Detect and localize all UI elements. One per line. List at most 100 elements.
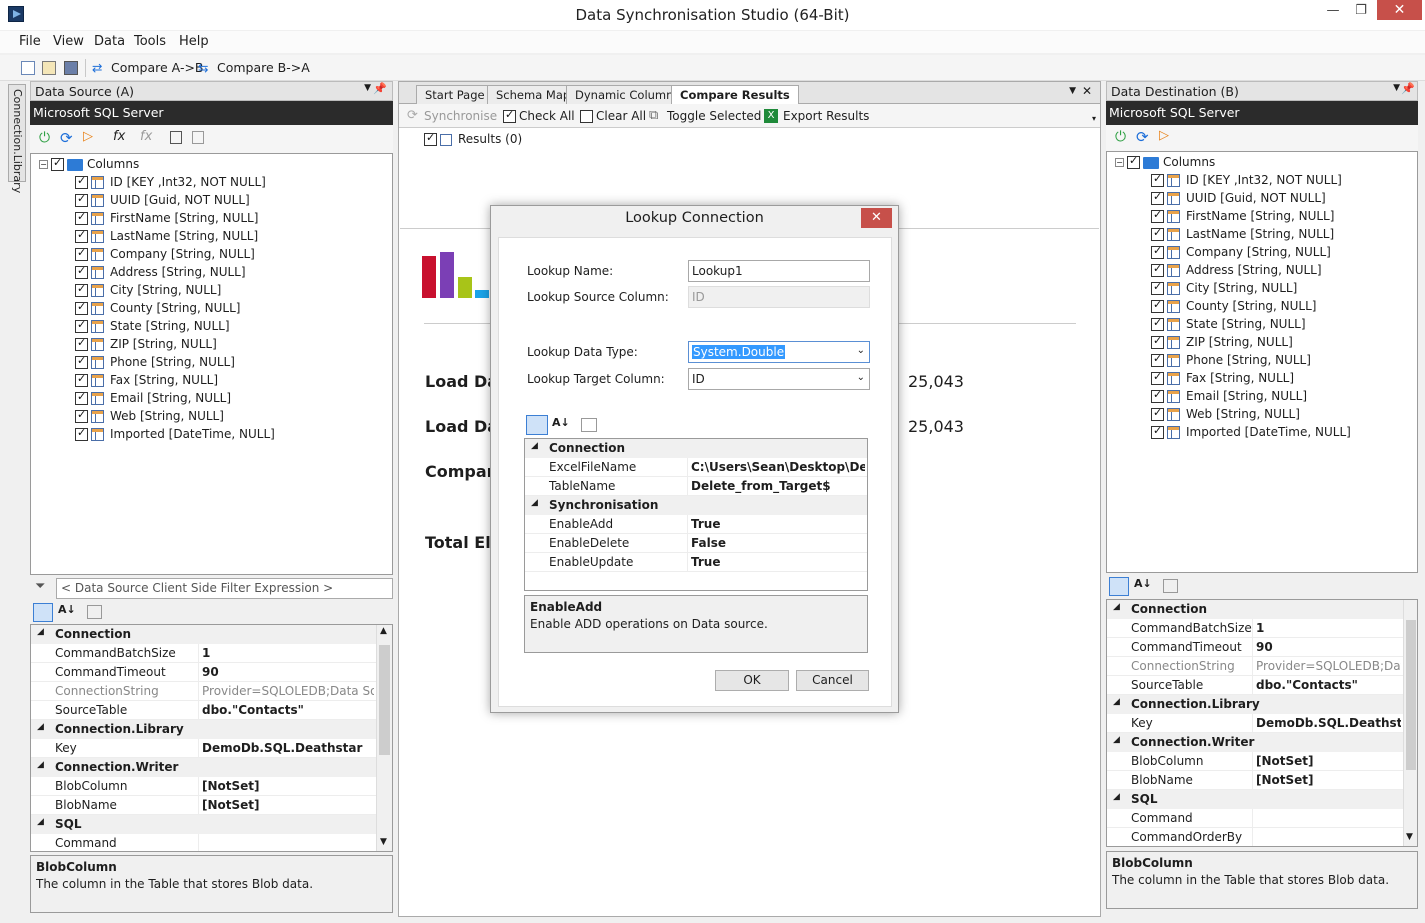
column-item[interactable]: Web [String, NULL] bbox=[75, 408, 224, 427]
column-checkbox[interactable] bbox=[1151, 226, 1164, 241]
maximize-button[interactable]: ❐ bbox=[1350, 0, 1372, 22]
property-category[interactable]: ◢ Connection bbox=[525, 439, 867, 458]
column-item[interactable]: Email [String, NULL] bbox=[75, 390, 231, 409]
column-item[interactable]: State [String, NULL] bbox=[75, 318, 230, 337]
property-value[interactable]: 1 bbox=[1256, 621, 1401, 635]
tab-close-icon[interactable]: ✕ bbox=[1082, 84, 1092, 98]
data-type-select[interactable]: System.Double ⌄ bbox=[688, 341, 870, 363]
tab-dropdown-icon[interactable]: ▼ bbox=[1069, 86, 1076, 96]
property-row[interactable]: CommandTimeout 90 bbox=[1107, 638, 1403, 657]
property-row[interactable]: ConnectionString Provider=SQLOLEDB;Data S bbox=[1107, 657, 1403, 676]
column-item[interactable]: LastName [String, NULL] bbox=[75, 228, 258, 247]
column-item[interactable]: State [String, NULL] bbox=[1151, 316, 1306, 335]
property-row[interactable]: Command bbox=[1107, 809, 1403, 828]
column-checkbox[interactable] bbox=[1151, 280, 1164, 295]
property-value[interactable]: [NotSet] bbox=[1256, 754, 1401, 768]
cancel-button[interactable]: Cancel bbox=[796, 670, 869, 691]
toggle-selected-button[interactable]: Toggle Selected bbox=[667, 109, 761, 123]
column-item[interactable]: Fax [String, NULL] bbox=[75, 372, 218, 391]
property-row[interactable]: CommandTimeout 90 bbox=[31, 663, 376, 682]
column-checkbox[interactable] bbox=[1151, 424, 1164, 439]
property-pages-icon[interactable] bbox=[87, 605, 102, 619]
property-row[interactable]: ExcelFileName C:\Users\Sean\Desktop\Delet… bbox=[525, 458, 867, 477]
column-checkbox[interactable] bbox=[1151, 172, 1164, 187]
source-filter-input[interactable]: < Data Source Client Side Filter Express… bbox=[56, 578, 393, 599]
pin-icon[interactable]: 📌 bbox=[373, 82, 387, 95]
column-item[interactable]: ID [KEY ,Int32, NOT NULL] bbox=[75, 174, 266, 193]
root-checkbox[interactable] bbox=[51, 156, 64, 171]
menu-help[interactable]: Help bbox=[179, 34, 209, 49]
play-icon[interactable]: ▷ bbox=[1159, 128, 1169, 143]
expand-icon[interactable]: ◢ bbox=[1113, 735, 1120, 745]
property-row[interactable]: BlobColumn [NotSet] bbox=[31, 777, 376, 796]
column-checkbox[interactable] bbox=[75, 354, 88, 369]
property-row[interactable]: ConnectionString Provider=SQLOLEDB;Data S… bbox=[31, 682, 376, 701]
column-item[interactable]: UUID [Guid, NOT NULL] bbox=[1151, 190, 1326, 209]
property-value[interactable]: True bbox=[691, 555, 865, 569]
menu-view[interactable]: View bbox=[53, 34, 84, 49]
dropdown-icon[interactable]: ▼ bbox=[1393, 83, 1400, 93]
property-row[interactable]: BlobColumn [NotSet] bbox=[1107, 752, 1403, 771]
property-category[interactable]: ◢ Synchronisation bbox=[525, 496, 867, 515]
property-category[interactable]: ◢ SQL bbox=[1107, 790, 1403, 809]
column-checkbox[interactable] bbox=[1151, 334, 1164, 349]
property-row[interactable]: CommandOrderBy bbox=[1107, 828, 1403, 846]
property-pages-icon[interactable] bbox=[581, 418, 597, 432]
power-icon[interactable]: ⏻ bbox=[39, 130, 50, 146]
column-item[interactable]: Imported [DateTime, NULL] bbox=[1151, 424, 1351, 443]
column-item[interactable]: FirstName [String, NULL] bbox=[75, 210, 258, 229]
target-column-select[interactable]: ID ⌄ bbox=[688, 368, 870, 390]
compare-ab-button[interactable]: Compare A->B bbox=[111, 60, 204, 75]
column-checkbox[interactable] bbox=[75, 210, 88, 225]
scrollbar[interactable]: ▲ ▼ bbox=[376, 625, 392, 851]
close-button[interactable]: ✕ bbox=[1377, 0, 1422, 20]
property-value[interactable]: DemoDb.SQL.Deathstar bbox=[202, 741, 374, 755]
root-checkbox[interactable] bbox=[1127, 154, 1140, 169]
property-value[interactable]: Delete_from_Target$ bbox=[691, 479, 865, 493]
column-checkbox[interactable] bbox=[1151, 388, 1164, 403]
property-category[interactable]: ◢ Connection.Library bbox=[1107, 695, 1403, 714]
property-row[interactable]: Key DemoDb.SQL.Deathstar bbox=[31, 739, 376, 758]
property-row[interactable]: EnableUpdate True bbox=[525, 553, 867, 572]
column-checkbox[interactable] bbox=[1151, 262, 1164, 277]
column-item[interactable]: City [String, NULL] bbox=[75, 282, 221, 301]
column-checkbox[interactable] bbox=[75, 174, 88, 189]
column-checkbox[interactable] bbox=[1151, 352, 1164, 367]
expand-icon[interactable]: ◢ bbox=[1113, 792, 1120, 802]
column-item[interactable]: ZIP [String, NULL] bbox=[75, 336, 217, 355]
property-category[interactable]: ◢ SQL bbox=[31, 815, 376, 834]
side-tab-connection-library[interactable]: Connection.Library bbox=[8, 84, 26, 193]
property-row[interactable]: TableName Delete_from_Target$ bbox=[525, 477, 867, 496]
fx-clear-icon[interactable]: fx bbox=[140, 129, 152, 144]
pin-icon[interactable]: 📌 bbox=[1401, 82, 1415, 95]
column-item[interactable]: Web [String, NULL] bbox=[1151, 406, 1300, 425]
menu-data[interactable]: Data bbox=[94, 34, 125, 49]
column-checkbox[interactable] bbox=[1151, 406, 1164, 421]
property-row[interactable]: EnableDelete False bbox=[525, 534, 867, 553]
tab-compare-results[interactable]: Compare Results bbox=[671, 85, 799, 104]
sort-az-icon[interactable]: A↓ bbox=[1134, 577, 1152, 590]
property-row[interactable]: BlobName [NotSet] bbox=[31, 796, 376, 815]
column-item[interactable]: FirstName [String, NULL] bbox=[1151, 208, 1334, 227]
open-icon[interactable] bbox=[42, 61, 56, 75]
overflow-icon[interactable]: ▾ bbox=[1092, 114, 1096, 123]
column-item[interactable]: County [String, NULL] bbox=[75, 300, 241, 319]
column-item[interactable]: ZIP [String, NULL] bbox=[1151, 334, 1293, 353]
property-value[interactable]: 1 bbox=[202, 646, 374, 660]
refresh-icon[interactable]: ⟳ bbox=[1136, 128, 1149, 146]
column-checkbox[interactable] bbox=[1151, 190, 1164, 205]
property-row[interactable]: Key DemoDb.SQL.Deathstar bbox=[1107, 714, 1403, 733]
ok-button[interactable]: OK bbox=[715, 670, 789, 691]
column-item[interactable]: LastName [String, NULL] bbox=[1151, 226, 1334, 245]
property-value[interactable]: dbo."Contacts" bbox=[1256, 678, 1401, 692]
lookup-name-input[interactable]: Lookup1 bbox=[688, 260, 870, 282]
table-icon[interactable] bbox=[170, 131, 182, 144]
column-checkbox[interactable] bbox=[75, 336, 88, 351]
property-row[interactable]: CommandBatchSize 1 bbox=[31, 644, 376, 663]
collapse-icon[interactable]: − bbox=[39, 160, 48, 169]
results-node[interactable]: Results (0) bbox=[424, 131, 522, 150]
property-value[interactable]: True bbox=[691, 517, 865, 531]
column-item[interactable]: Address [String, NULL] bbox=[75, 264, 246, 283]
property-value[interactable]: [NotSet] bbox=[1256, 773, 1401, 787]
property-value[interactable]: Provider=SQLOLEDB;Data Source bbox=[202, 684, 374, 698]
